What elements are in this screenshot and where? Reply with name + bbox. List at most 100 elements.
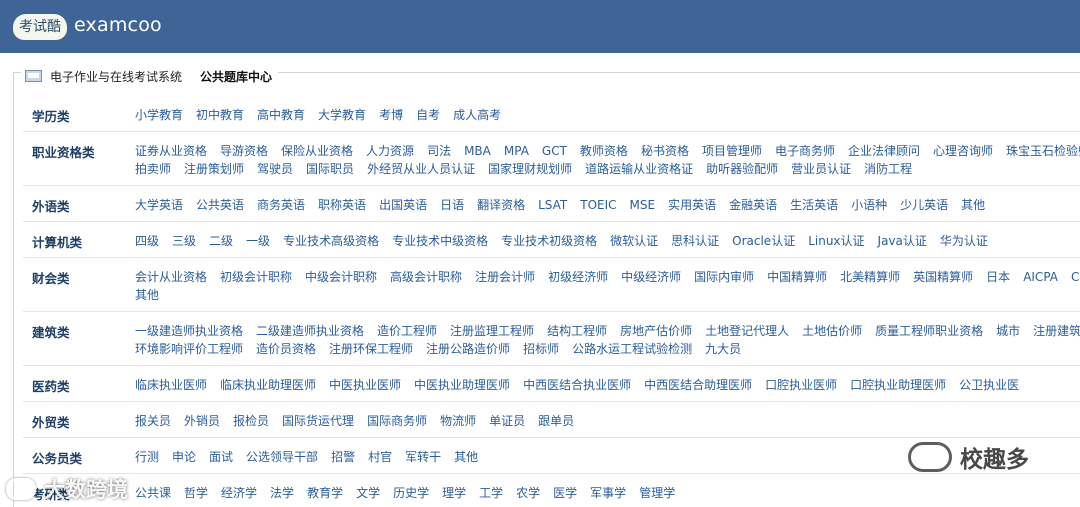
subcategory-link[interactable]: 初级经济师 (548, 268, 608, 286)
subcategory-link[interactable]: 四级 (135, 232, 159, 250)
subcategory-link[interactable]: MBA (464, 142, 491, 160)
subcategory-link[interactable]: 外销员 (184, 412, 220, 430)
subcategory-link[interactable]: 其他 (961, 196, 985, 214)
subcategory-link[interactable]: 教育学 (307, 484, 343, 502)
subcategory-link[interactable]: 口腔执业助理医师 (850, 376, 946, 394)
subcategory-link[interactable]: 出国英语 (379, 196, 427, 214)
subcategory-link[interactable]: 军事学 (590, 484, 626, 502)
subcategory-link[interactable]: 道路运输从业资格证 (585, 160, 693, 178)
subcategory-link[interactable]: 高中教育 (257, 106, 305, 124)
subcategory-link[interactable]: 消防工程 (864, 160, 912, 178)
subcategory-link[interactable]: 环境影响评价工程师 (135, 340, 243, 358)
breadcrumb-parent[interactable]: 电子作业与在线考试系统 (50, 68, 182, 85)
subcategory-link[interactable]: 一级 (246, 232, 270, 250)
subcategory-link[interactable]: 注册会计师 (475, 268, 535, 286)
subcategory-link[interactable]: 一级建造师执业资格 (135, 322, 243, 340)
subcategory-link[interactable]: 公卫执业医 (959, 376, 1019, 394)
subcategory-link[interactable]: 城市 (996, 322, 1020, 340)
subcategory-link[interactable]: 公路水运工程试验检测 (572, 340, 692, 358)
subcategory-link[interactable]: 日语 (440, 196, 464, 214)
subcategory-link[interactable]: Oracle认证 (732, 232, 795, 250)
subcategory-link[interactable]: 考博 (379, 106, 403, 124)
category-label[interactable]: 职业资格类 (23, 132, 135, 185)
subcategory-link[interactable]: GCT (542, 142, 567, 160)
subcategory-link[interactable]: 职称英语 (318, 196, 366, 214)
subcategory-link[interactable]: 中国精算师 (767, 268, 827, 286)
subcategory-link[interactable]: 专业技术中级资格 (392, 232, 488, 250)
category-label[interactable]: 财会类 (23, 258, 135, 311)
subcategory-link[interactable]: 自考 (416, 106, 440, 124)
subcategory-link[interactable]: 生活英语 (790, 196, 838, 214)
subcategory-link[interactable]: 北美精算师 (840, 268, 900, 286)
subcategory-link[interactable]: 成人高考 (453, 106, 501, 124)
subcategory-link[interactable]: 招警 (331, 448, 355, 466)
category-label[interactable]: 公务员类 (23, 438, 135, 473)
subcategory-link[interactable]: 面试 (209, 448, 233, 466)
subcategory-link[interactable]: 单证员 (489, 412, 525, 430)
subcategory-link[interactable]: 村官 (368, 448, 392, 466)
subcategory-link[interactable]: 拍卖师 (135, 160, 171, 178)
subcategory-link[interactable]: 土地估价师 (802, 322, 862, 340)
subcategory-link[interactable]: 注册环保工程师 (329, 340, 413, 358)
subcategory-link[interactable]: 注册监理工程师 (450, 322, 534, 340)
subcategory-link[interactable]: 教师资格 (580, 142, 628, 160)
subcategory-link[interactable]: 文学 (356, 484, 380, 502)
subcategory-link[interactable]: 助听器验配师 (706, 160, 778, 178)
subcategory-link[interactable]: 华为认证 (940, 232, 988, 250)
subcategory-link[interactable]: 九大员 (705, 340, 741, 358)
category-label[interactable]: 计算机类 (23, 222, 135, 257)
subcategory-link[interactable]: 公选领导干部 (246, 448, 318, 466)
subcategory-link[interactable]: 医学 (553, 484, 577, 502)
subcategory-link[interactable]: 工学 (479, 484, 503, 502)
subcategory-link[interactable]: MPA (504, 142, 529, 160)
subcategory-link[interactable]: 少儿英语 (900, 196, 948, 214)
subcategory-link[interactable]: MSE (630, 196, 656, 214)
subcategory-link[interactable]: 专业技术初级资格 (501, 232, 597, 250)
subcategory-link[interactable]: 司法 (427, 142, 451, 160)
subcategory-link[interactable]: 造价员资格 (256, 340, 316, 358)
subcategory-link[interactable]: 大学英语 (135, 196, 183, 214)
subcategory-link[interactable]: 口腔执业医师 (765, 376, 837, 394)
subcategory-link[interactable]: 珠宝玉石检验师 (1006, 142, 1080, 160)
category-label[interactable]: 医药类 (23, 366, 135, 401)
subcategory-link[interactable]: 国际货运代理 (282, 412, 354, 430)
subcategory-link[interactable]: 营业员认证 (791, 160, 851, 178)
category-label[interactable]: 外语类 (23, 186, 135, 221)
subcategory-link[interactable]: 物流师 (440, 412, 476, 430)
subcategory-link[interactable]: 翻译资格 (477, 196, 525, 214)
subcategory-link[interactable]: 结构工程师 (547, 322, 607, 340)
subcategory-link[interactable]: Linux认证 (808, 232, 864, 250)
subcategory-link[interactable]: 电子商务师 (775, 142, 835, 160)
subcategory-link[interactable]: 临床执业医师 (135, 376, 207, 394)
subcategory-link[interactable]: 微软认证 (610, 232, 658, 250)
subcategory-link[interactable]: 跟单员 (538, 412, 574, 430)
subcategory-link[interactable]: 申论 (172, 448, 196, 466)
subcategory-link[interactable]: 报关员 (135, 412, 171, 430)
subcategory-link[interactable]: 注册公路造价师 (426, 340, 510, 358)
subcategory-link[interactable]: 其他 (135, 286, 159, 304)
subcategory-link[interactable]: 行测 (135, 448, 159, 466)
subcategory-link[interactable]: 初中教育 (196, 106, 244, 124)
subcategory-link[interactable]: 中级经济师 (621, 268, 681, 286)
subcategory-link[interactable]: 二级建造师执业资格 (256, 322, 364, 340)
subcategory-link[interactable]: 日本 (986, 268, 1010, 286)
subcategory-link[interactable]: 外经贸从业人员认证 (367, 160, 475, 178)
subcategory-link[interactable]: TOEIC (580, 196, 616, 214)
subcategory-link[interactable]: 思科认证 (671, 232, 719, 250)
subcategory-link[interactable]: 中西医结合执业医师 (523, 376, 631, 394)
subcategory-link[interactable]: 会计从业资格 (135, 268, 207, 286)
subcategory-link[interactable]: 招标师 (523, 340, 559, 358)
subcategory-link[interactable]: 小学教育 (135, 106, 183, 124)
subcategory-link[interactable]: 报检员 (233, 412, 269, 430)
subcategory-link[interactable]: 哲学 (184, 484, 208, 502)
subcategory-link[interactable]: 军转干 (405, 448, 441, 466)
subcategory-link[interactable]: 初级会计职称 (220, 268, 292, 286)
subcategory-link[interactable]: 理学 (442, 484, 466, 502)
brand-name[interactable]: examcoo (74, 14, 162, 36)
subcategory-link[interactable]: 土地登记代理人 (705, 322, 789, 340)
subcategory-link[interactable]: 注册建筑师 (1033, 322, 1080, 340)
subcategory-link[interactable]: 秘书资格 (641, 142, 689, 160)
subcategory-link[interactable]: 公共课 (135, 484, 171, 502)
subcategory-link[interactable]: 历史学 (393, 484, 429, 502)
subcategory-link[interactable]: 企业法律顾问 (848, 142, 920, 160)
